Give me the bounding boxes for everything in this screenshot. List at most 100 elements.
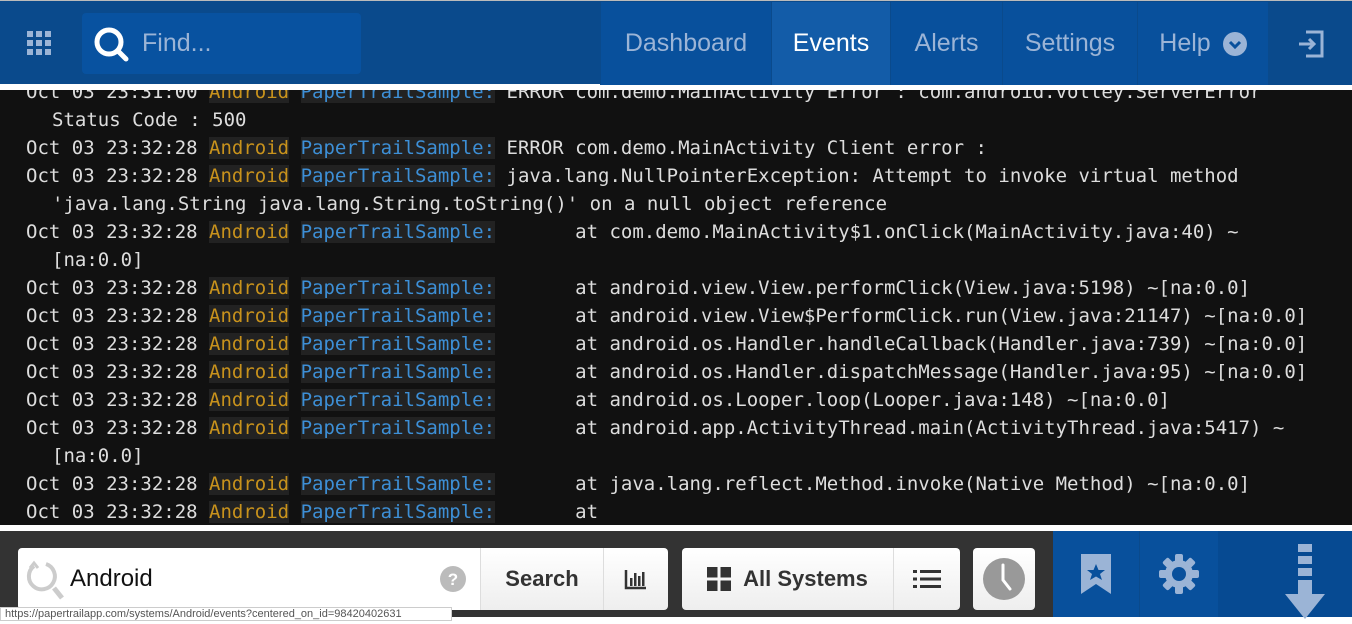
log-source[interactable]: PaperTrailSample: — [300, 361, 496, 383]
log-program[interactable]: Android — [209, 333, 290, 355]
all-systems-button[interactable]: All Systems — [682, 548, 893, 610]
log-line: Oct 03 23:32:28 Android PaperTrailSample… — [0, 162, 1352, 190]
log-source[interactable]: PaperTrailSample: — [300, 417, 496, 439]
search-input[interactable] — [70, 562, 430, 596]
arrow-down-icon — [1285, 544, 1325, 619]
search-toolbar: ? Search All Systems — [0, 531, 1352, 619]
log-message: at android.os.Looper.loop(Looper.java:14… — [506, 389, 1170, 411]
log-timestamp[interactable]: Oct 03 23:32:28 — [26, 165, 198, 187]
log-timestamp[interactable]: Oct 03 23:32:28 — [26, 137, 198, 159]
log-message: java.lang.NullPointerException: Attempt … — [506, 165, 1239, 187]
nav-label: Help — [1159, 29, 1211, 57]
log-line: Oct 03 23:32:28 Android PaperTrailSample… — [0, 134, 1352, 162]
saved-searches-button[interactable] — [1053, 531, 1139, 617]
log-source[interactable]: PaperTrailSample: — [300, 165, 496, 187]
log-timestamp[interactable]: Oct 03 23:32:28 — [26, 305, 198, 327]
log-line-continuation: [na:0.0] — [52, 445, 144, 467]
log-line-continuation: 'java.lang.String java.lang.String.toStr… — [52, 193, 888, 215]
nav-events[interactable]: Events — [771, 2, 890, 85]
log-timestamp[interactable]: Oct 03 23:32:28 — [26, 473, 198, 495]
nav-settings[interactable]: Settings — [1002, 2, 1137, 85]
log-line: Oct 03 23:32:28 Android PaperTrailSample… — [0, 218, 1352, 246]
all-systems-label: All Systems — [743, 566, 868, 591]
logout-button[interactable] — [1268, 2, 1352, 85]
log-source[interactable]: PaperTrailSample: — [300, 501, 496, 523]
log-source[interactable]: PaperTrailSample: — [300, 137, 496, 159]
search-icon — [94, 27, 129, 62]
log-message: at com.demo.MainActivity$1.onClick(MainA… — [506, 221, 1239, 243]
search-button[interactable]: Search — [480, 548, 603, 610]
find-box — [82, 13, 361, 74]
log-program[interactable]: Android — [209, 165, 290, 187]
log-message: ERROR com.demo.MainActivity Error : com.… — [506, 90, 1262, 103]
log-line: Oct 03 23:32:28 Android PaperTrailSample… — [0, 330, 1352, 358]
log-message: at android.app.ActivityThread.main(Activ… — [506, 417, 1285, 439]
time-button[interactable] — [973, 548, 1035, 610]
log-timestamp[interactable]: Oct 03 23:32:28 — [26, 221, 198, 243]
clock-icon — [983, 558, 1025, 600]
log-program[interactable]: Android — [209, 501, 290, 523]
log-source[interactable]: PaperTrailSample: — [300, 333, 496, 355]
log-timestamp[interactable]: Oct 03 23:31:00 — [26, 90, 198, 103]
settings-button[interactable] — [1139, 531, 1218, 617]
log-timestamp[interactable]: Oct 03 23:32:28 — [26, 417, 198, 439]
nav-label: Dashboard — [624, 29, 748, 57]
log-source[interactable]: PaperTrailSample: — [300, 221, 496, 243]
log-line: Oct 03 23:32:28 Android PaperTrailSample… — [0, 470, 1352, 498]
svg-text:?: ? — [448, 570, 458, 589]
log-source[interactable]: PaperTrailSample: — [300, 90, 496, 103]
log-program[interactable]: Android — [209, 277, 290, 299]
help-icon[interactable]: ? — [440, 566, 466, 592]
list-button[interactable] — [893, 548, 960, 610]
log-source[interactable]: PaperTrailSample: — [300, 277, 496, 299]
nav-label: Settings — [1024, 29, 1116, 57]
log-message: at android.view.View$PerformClick.run(Vi… — [506, 305, 1308, 327]
log-message: at android.os.Handler.handleCallback(Han… — [506, 333, 1308, 355]
log-line: Oct 03 23:31:00 Android PaperTrailSample… — [0, 90, 1352, 106]
apps-grid-icon[interactable] — [27, 31, 51, 55]
log-program[interactable]: Android — [209, 389, 290, 411]
log-message: ERROR com.demo.MainActivity Client error… — [506, 137, 987, 159]
log-message: at java.lang.reflect.Method.invoke(Nativ… — [506, 473, 1251, 495]
bar-chart-icon — [624, 570, 646, 590]
log-source[interactable]: PaperTrailSample: — [300, 389, 496, 411]
log-line: Oct 03 23:32:28 Android PaperTrailSample… — [0, 498, 1352, 525]
log-timestamp[interactable]: Oct 03 23:32:28 — [26, 389, 198, 411]
log-program[interactable]: Android — [209, 361, 290, 383]
log-program[interactable]: Android — [209, 473, 290, 495]
log-line-continuation: Status Code : 500 — [52, 109, 247, 131]
graph-button[interactable] — [603, 548, 668, 610]
log-source[interactable]: PaperTrailSample: — [300, 305, 496, 327]
log-program[interactable]: Android — [209, 90, 290, 103]
nav-help[interactable]: Help — [1137, 2, 1268, 85]
log-source[interactable]: PaperTrailSample: — [300, 473, 496, 495]
scroll-to-bottom-button[interactable] — [1218, 531, 1352, 619]
find-input[interactable] — [142, 25, 352, 61]
log-program[interactable]: Android — [209, 137, 290, 159]
search-icon — [26, 560, 64, 600]
list-icon — [913, 570, 941, 588]
nav-dashboard[interactable]: Dashboard — [600, 2, 771, 85]
log-line: Oct 03 23:32:28 Android PaperTrailSample… — [0, 414, 1352, 442]
log-message: at — [506, 501, 599, 523]
log-timestamp[interactable]: Oct 03 23:32:28 — [26, 361, 198, 383]
grid-icon — [707, 567, 732, 591]
chevron-down-icon — [1222, 31, 1247, 56]
nav-alerts[interactable]: Alerts — [890, 2, 1002, 85]
log-line: Oct 03 23:32:28 Android PaperTrailSample… — [0, 386, 1352, 414]
log-program[interactable]: Android — [209, 221, 290, 243]
log-program[interactable]: Android — [209, 417, 290, 439]
nav-label: Events — [792, 29, 870, 57]
log-timestamp[interactable]: Oct 03 23:32:28 — [26, 277, 198, 299]
log-message: at android.view.View.performClick(View.j… — [506, 277, 1251, 299]
log-line: Oct 03 23:32:28 Android PaperTrailSample… — [0, 302, 1352, 330]
log-program[interactable]: Android — [209, 305, 290, 327]
gear-icon — [1159, 554, 1199, 594]
log-line: Oct 03 23:32:28 Android PaperTrailSample… — [0, 274, 1352, 302]
log-timestamp[interactable]: Oct 03 23:32:28 — [26, 501, 198, 523]
log-timestamp[interactable]: Oct 03 23:32:28 — [26, 333, 198, 355]
log-line: Oct 03 23:32:28 Android PaperTrailSample… — [0, 358, 1352, 386]
bookmark-star-icon — [1081, 554, 1111, 594]
event-log[interactable]: Oct 03 23:31:00 Android PaperTrailSample… — [0, 90, 1352, 525]
search-field: ? — [18, 548, 480, 610]
